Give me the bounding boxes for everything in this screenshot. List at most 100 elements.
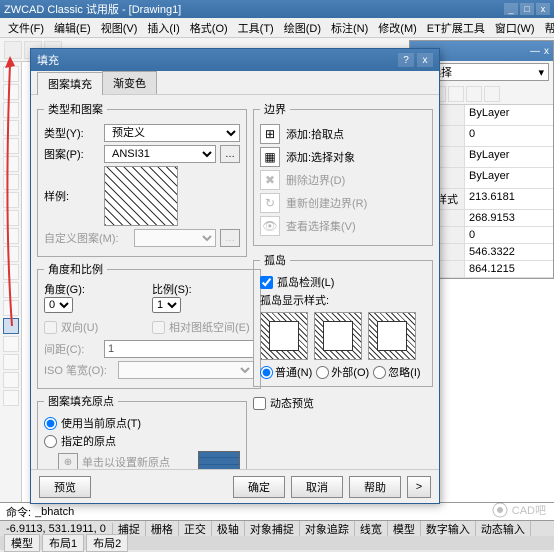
menu-help[interactable]: 帮助(H) [541, 18, 554, 38]
pp-tool-icon[interactable] [466, 86, 482, 102]
status-toggle[interactable]: 动态输入 [476, 521, 531, 537]
menubar: 文件(F) 编辑(E) 视图(V) 插入(I) 格式(O) 工具(T) 绘图(D… [0, 18, 554, 38]
status-toggle[interactable]: 线宽 [355, 521, 388, 537]
hatch-icon[interactable] [3, 318, 19, 334]
line-icon[interactable] [3, 66, 19, 82]
use-current-origin-radio[interactable] [44, 417, 57, 430]
select-objects-icon[interactable]: ▦ [260, 147, 280, 167]
pattern-sample[interactable] [104, 166, 178, 226]
pick-points-icon[interactable]: ⊞ [260, 124, 280, 144]
tab-gradient[interactable]: 渐变色 [102, 71, 157, 94]
arc-icon[interactable] [3, 156, 19, 172]
gradient-icon[interactable] [3, 336, 19, 352]
new-icon[interactable] [4, 41, 22, 59]
custom-browse-button: … [220, 229, 240, 247]
command-line[interactable]: 命令: _bhatch [0, 502, 554, 520]
cmd-prompt: 命令: [6, 504, 31, 520]
double-checkbox [44, 321, 57, 334]
pp-tool-icon[interactable] [484, 86, 500, 102]
menu-format[interactable]: 格式(O) [186, 18, 232, 38]
status-toggle[interactable]: 对象追踪 [300, 521, 355, 537]
draw-toolbar [0, 62, 22, 522]
set-origin-button: ⊕ [58, 453, 78, 469]
menu-tools[interactable]: 工具(T) [234, 18, 278, 38]
status-toggle[interactable]: 数字输入 [421, 521, 476, 537]
island-ignore-sample[interactable] [368, 312, 416, 360]
status-toggle[interactable]: 模型 [388, 521, 421, 537]
ok-button[interactable]: 确定 [233, 476, 285, 498]
relpaper-checkbox [152, 321, 165, 334]
revcloud-icon[interactable] [3, 192, 19, 208]
expand-button[interactable]: > [407, 476, 431, 498]
menu-modify[interactable]: 修改(M) [374, 18, 421, 38]
menu-draw[interactable]: 绘图(D) [280, 18, 325, 38]
island-group: 孤岛 孤岛检测(L) 孤岛显示样式: 普通(N) 外部(O) 忽略(I) [253, 252, 433, 387]
menu-dim[interactable]: 标注(N) [327, 18, 372, 38]
custom-pattern-select [134, 229, 216, 247]
tab-layout2[interactable]: 布局2 [86, 534, 128, 552]
island-outer-radio[interactable] [316, 366, 329, 379]
island-outer-sample[interactable] [314, 312, 362, 360]
island-normal-radio[interactable] [260, 366, 273, 379]
menu-window[interactable]: 窗口(W) [491, 18, 539, 38]
menu-insert[interactable]: 插入(I) [143, 18, 183, 38]
pp-tool-icon[interactable] [448, 86, 464, 102]
menu-view[interactable]: 视图(V) [97, 18, 142, 38]
spacing-input [104, 340, 254, 358]
iso-pen-select [118, 361, 254, 379]
menu-edit[interactable]: 编辑(E) [50, 18, 95, 38]
angle-scale-group: 角度和比例 角度(G): 0 比例(S): 1 双向(U) 相对图纸空间(E) [37, 261, 261, 389]
type-select[interactable]: 预定义 [104, 124, 240, 142]
minimize-button[interactable]: _ [504, 3, 518, 15]
insert-icon[interactable] [3, 264, 19, 280]
status-toggle[interactable]: 栅格 [146, 521, 179, 537]
scale-select[interactable]: 1 [152, 297, 181, 313]
spline-icon[interactable] [3, 210, 19, 226]
dialog-titlebar: 填充 ? x [31, 49, 439, 71]
point-icon[interactable] [3, 300, 19, 316]
specified-origin-radio[interactable] [44, 435, 57, 448]
close-button[interactable]: x [536, 3, 550, 15]
pattern-browse-button[interactable]: … [220, 145, 240, 163]
preview-button[interactable]: 预览 [39, 476, 91, 498]
menu-file[interactable]: 文件(F) [4, 18, 48, 38]
status-toggle[interactable]: 极轴 [212, 521, 245, 537]
rectangle-icon[interactable] [3, 138, 19, 154]
tab-model[interactable]: 模型 [4, 534, 40, 552]
ellipse-icon[interactable] [3, 228, 19, 244]
pick-points-button[interactable]: 添加:拾取点 [286, 126, 344, 142]
panel-close-icon[interactable]: x [544, 46, 549, 57]
status-toggle[interactable]: 正交 [179, 521, 212, 537]
boundary-group: 边界 ⊞添加:拾取点 ▦添加:选择对象 ✖删除边界(D) ↻重新创建边界(R) … [253, 101, 433, 246]
menu-et[interactable]: ET扩展工具 [423, 18, 489, 38]
angle-select[interactable]: 0 [44, 297, 73, 313]
maximize-button[interactable]: □ [520, 3, 534, 15]
titlebar: ZWCAD Classic 试用版 - [Drawing1] _ □ x [0, 0, 554, 18]
origin-preview [198, 451, 240, 469]
region-icon[interactable] [3, 354, 19, 370]
cmd-text: _bhatch [35, 506, 74, 518]
mtext-icon[interactable] [3, 390, 19, 406]
dialog-help-icon[interactable]: ? [398, 53, 414, 67]
status-toggle[interactable]: 对象捕捉 [245, 521, 300, 537]
xline-icon[interactable] [3, 84, 19, 100]
table-icon[interactable] [3, 372, 19, 388]
cancel-button[interactable]: 取消 [291, 476, 343, 498]
tab-pattern-fill[interactable]: 图案填充 [37, 72, 103, 95]
pattern-select[interactable]: ANSI31 [104, 145, 216, 163]
circle-icon[interactable] [3, 174, 19, 190]
island-ignore-radio[interactable] [373, 366, 386, 379]
polyline-icon[interactable] [3, 102, 19, 118]
dialog-close-icon[interactable]: x [417, 53, 433, 67]
ellipsearc-icon[interactable] [3, 246, 19, 262]
type-pattern-group: 类型和图案 类型(Y): 预定义 图案(P): ANSI31 … 样例: 自定义… [37, 101, 247, 257]
block-icon[interactable] [3, 282, 19, 298]
polygon-icon[interactable] [3, 120, 19, 136]
select-objects-button[interactable]: 添加:选择对象 [286, 149, 355, 165]
panel-min-icon[interactable]: — [530, 46, 540, 57]
tab-layout1[interactable]: 布局1 [42, 534, 84, 552]
island-detect-checkbox[interactable] [260, 276, 273, 289]
dynamic-preview-checkbox[interactable] [253, 397, 266, 410]
help-button[interactable]: 帮助 [349, 476, 401, 498]
island-normal-sample[interactable] [260, 312, 308, 360]
